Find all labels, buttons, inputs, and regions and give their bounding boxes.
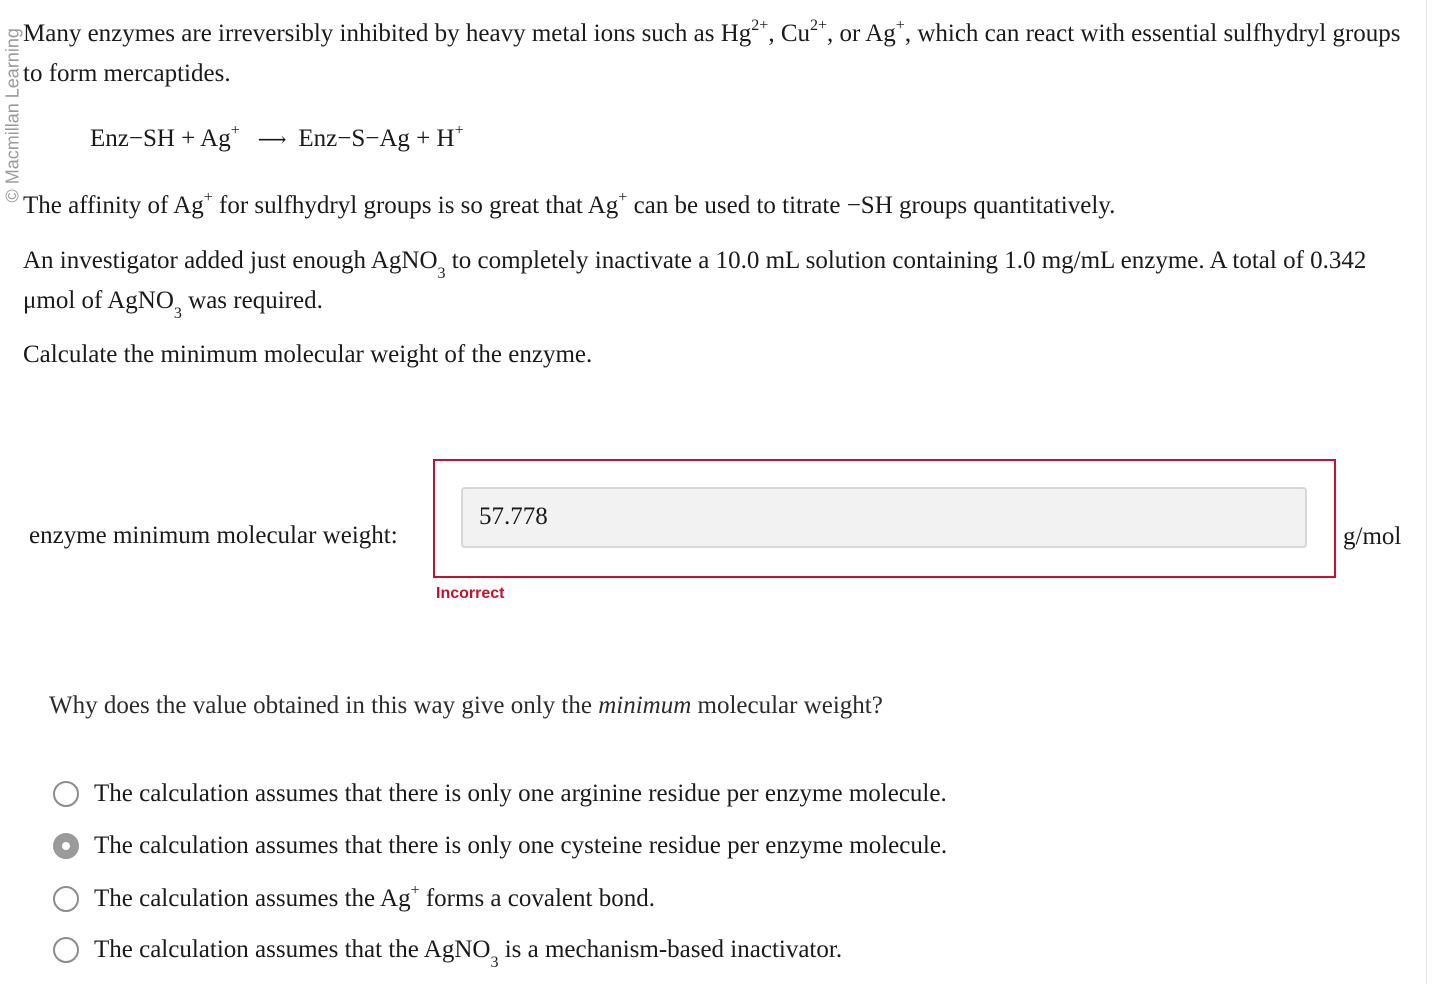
radio-button[interactable] (53, 781, 79, 807)
option-label: The calculation assumes the Ag+ forms a … (94, 881, 655, 912)
radio-button[interactable] (53, 886, 79, 912)
molecular-weight-input[interactable]: 57.778 (461, 487, 1307, 548)
intro-paragraph: Many enzymes are irreversibly inhibited … (23, 16, 1401, 87)
answer-error-frame: 57.778 (433, 459, 1336, 578)
option-cysteine[interactable]: The calculation assumes that there is on… (53, 826, 947, 866)
affinity-paragraph: The affinity of Ag+ for sulfhydryl group… (23, 188, 1116, 219)
option-arginine[interactable]: The calculation assumes that there is on… (53, 774, 947, 814)
calculation-prompt: Calculate the minimum molecular weight o… (23, 341, 593, 368)
reaction-arrow-icon: ⟶ (257, 127, 287, 151)
reaction-equation: Enz−SH + Ag+ ⟶ Enz−S−Ag + H+ (90, 119, 464, 159)
radio-button-selected[interactable] (53, 833, 79, 859)
investigator-paragraph: An investigator added just enough AgNO3 … (23, 247, 1367, 322)
option-label: The calculation assumes that the AgNO3 i… (94, 936, 843, 971)
incorrect-feedback: Incorrect (436, 585, 505, 602)
radio-button[interactable] (53, 937, 79, 963)
page-scroll-edge (1426, 0, 1427, 984)
option-mechanism-based[interactable]: The calculation assumes that the AgNO3 i… (53, 930, 843, 971)
minimum-question: Why does the value obtained in this way … (49, 692, 883, 719)
option-label: The calculation assumes that there is on… (94, 780, 947, 807)
option-label: The calculation assumes that there is on… (94, 832, 948, 859)
copyright-watermark: © Macmillan Learning (2, 28, 23, 203)
answer-label: enzyme minimum molecular weight: (29, 522, 398, 549)
unit-label: g/mol (1343, 523, 1402, 550)
option-covalent-bond[interactable]: The calculation assumes the Ag+ forms a … (53, 879, 655, 919)
